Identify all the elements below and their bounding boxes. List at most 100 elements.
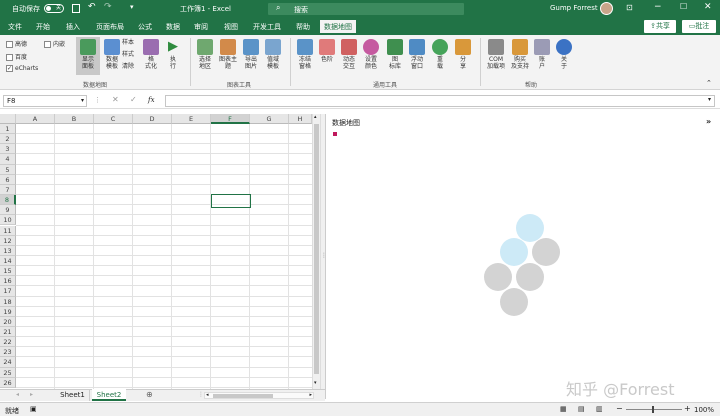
row-header[interactable]: 23 xyxy=(0,347,16,358)
freeze-panes-button[interactable]: 冻结 窗格 xyxy=(294,39,316,70)
share-button[interactable]: ⇪共享 xyxy=(644,20,676,33)
row-header[interactable]: 25 xyxy=(0,367,16,378)
add-sheet-icon[interactable]: ⊕ xyxy=(146,390,153,399)
tab-data-map[interactable]: 数据地图 xyxy=(320,20,356,35)
data-template-button[interactable]: 数据 模板 xyxy=(102,39,122,70)
macro-record-icon[interactable]: ▣ xyxy=(30,405,37,413)
sample-button[interactable]: 样本 xyxy=(122,39,140,46)
row-header[interactable]: 22 xyxy=(0,337,16,348)
name-box-dropdown-icon[interactable]: ▾ xyxy=(81,96,84,106)
dynamic-interaction-button[interactable]: 动态 交互 xyxy=(338,39,360,70)
autosave-toggle[interactable]: 关 xyxy=(44,4,64,13)
row-header[interactable]: 16 xyxy=(0,276,16,287)
column-header[interactable]: G xyxy=(250,114,289,124)
row-header[interactable]: 21 xyxy=(0,327,16,338)
redo-icon[interactable]: ↷ xyxy=(104,2,112,12)
cancel-icon[interactable]: ✕ xyxy=(112,95,119,104)
show-panel-button[interactable]: 显示 面板 xyxy=(76,37,100,75)
checkbox-gaode[interactable]: 高德 xyxy=(6,39,27,48)
column-header[interactable]: E xyxy=(172,114,211,124)
name-box[interactable]: F8 ▾ xyxy=(3,95,87,107)
checkbox-echarts[interactable]: ✓ eCharts xyxy=(6,65,38,72)
page-break-view-icon[interactable]: ▥ xyxy=(596,405,603,413)
enter-icon[interactable]: ✓ xyxy=(130,95,137,104)
normal-view-icon[interactable]: ▦ xyxy=(560,405,567,413)
row-header[interactable]: 26 xyxy=(0,377,16,388)
hscroll-thumb[interactable] xyxy=(213,394,273,398)
select-all-corner[interactable] xyxy=(0,114,16,124)
reload-button[interactable]: 重 载 xyxy=(430,39,450,70)
next-sheet-icon[interactable]: ▸ xyxy=(30,391,33,398)
horizontal-scrollbar[interactable]: ◂ ▸ xyxy=(204,392,314,399)
formula-input[interactable] xyxy=(165,95,715,107)
tab-page-layout[interactable]: 页面布局 xyxy=(92,21,128,34)
save-icon[interactable] xyxy=(72,4,80,13)
scroll-down-icon[interactable]: ▾ xyxy=(314,380,317,386)
set-color-button[interactable]: 设置 颜色 xyxy=(360,39,382,70)
checkbox-baidu[interactable]: 百度 xyxy=(6,52,27,61)
scroll-right-icon[interactable]: ▸ xyxy=(309,392,312,398)
row-header[interactable]: 18 xyxy=(0,296,16,307)
zoom-out-icon[interactable]: − xyxy=(616,404,623,413)
row-header[interactable]: 4 xyxy=(0,154,16,165)
format-button[interactable]: 格 式化 xyxy=(142,39,160,70)
tab-developer[interactable]: 开发工具 xyxy=(250,21,284,34)
ribbon-display-options-icon[interactable]: ⊡ xyxy=(626,3,633,12)
row-header[interactable]: 9 xyxy=(0,205,16,216)
tab-file[interactable]: 文件 xyxy=(4,21,26,34)
tab-home[interactable]: 开始 xyxy=(32,21,54,34)
zoom-slider-thumb[interactable] xyxy=(652,406,654,413)
row-header[interactable]: 2 xyxy=(0,134,16,145)
select-region-button[interactable]: 选择 地区 xyxy=(194,39,216,70)
insert-function-button[interactable]: fx xyxy=(148,96,155,104)
search-box[interactable]: ⌕ 搜索 xyxy=(268,3,464,15)
row-header[interactable]: 14 xyxy=(0,255,16,267)
row-header[interactable]: 12 xyxy=(0,235,16,246)
minimize-icon[interactable]: − xyxy=(654,2,662,12)
collapse-ribbon-icon[interactable]: ⌃ xyxy=(706,79,712,87)
scroll-thumb[interactable] xyxy=(314,124,319,374)
row-header[interactable]: 17 xyxy=(0,286,16,297)
column-header[interactable]: C xyxy=(94,114,133,124)
row-header[interactable]: 7 xyxy=(0,184,16,196)
column-header[interactable]: A xyxy=(16,114,55,124)
sheet-tab-active[interactable]: Sheet2 xyxy=(92,389,126,401)
vertical-scrollbar[interactable]: ▴ ▾ xyxy=(312,114,320,389)
icon-library-button[interactable]: 图 标库 xyxy=(384,39,406,70)
zoom-in-icon[interactable]: + xyxy=(684,404,691,413)
tab-review[interactable]: 审阅 xyxy=(190,21,212,34)
restore-icon[interactable]: ☐ xyxy=(680,2,687,11)
sheet-tab[interactable]: Sheet1 xyxy=(56,390,90,401)
comments-button[interactable]: ▭批注 xyxy=(682,20,716,33)
row-header[interactable]: 11 xyxy=(0,225,16,236)
share-ribbon-button[interactable]: 分 享 xyxy=(452,39,474,70)
tab-help[interactable]: 帮助 xyxy=(292,21,314,34)
clear-button[interactable]: 清除 xyxy=(122,63,140,70)
tab-view[interactable]: 视图 xyxy=(220,21,242,34)
selected-cell[interactable] xyxy=(211,194,251,208)
row-header[interactable]: 13 xyxy=(0,245,16,256)
row-header[interactable]: 6 xyxy=(0,174,16,185)
expand-formula-icon[interactable]: ▾ xyxy=(708,96,711,103)
row-header[interactable]: 5 xyxy=(0,164,16,175)
row-header[interactable]: 19 xyxy=(0,306,16,317)
checkbox-embed[interactable]: 内嵌 xyxy=(44,39,65,48)
tab-formulas[interactable]: 公式 xyxy=(134,21,156,34)
zoom-level[interactable]: 100% xyxy=(694,406,714,414)
spreadsheet-grid[interactable]: A B C D E F G H 1 2 3 4 5 6 7 8 9 10 11 12 13 14 15 16 1… xyxy=(0,114,320,389)
tab-insert[interactable]: 插入 xyxy=(62,21,84,34)
column-header[interactable]: D xyxy=(133,114,172,124)
page-layout-view-icon[interactable]: ▤ xyxy=(578,405,585,413)
scroll-up-icon[interactable]: ▴ xyxy=(314,114,317,120)
com-addins-button[interactable]: COM 加载项 xyxy=(484,39,508,70)
row-header[interactable]: 15 xyxy=(0,266,16,277)
close-icon[interactable]: ✕ xyxy=(704,2,712,12)
collapse-pane-icon[interactable]: » xyxy=(706,117,711,126)
floating-window-button[interactable]: 浮动 窗口 xyxy=(406,39,428,70)
zoom-slider[interactable] xyxy=(626,406,682,413)
row-header[interactable]: 20 xyxy=(0,316,16,327)
range-template-button[interactable]: 值域 模板 xyxy=(262,39,284,70)
column-header[interactable]: H xyxy=(289,114,312,124)
column-header[interactable]: B xyxy=(55,114,94,124)
chart-theme-button[interactable]: 图表主 题 xyxy=(216,39,240,70)
